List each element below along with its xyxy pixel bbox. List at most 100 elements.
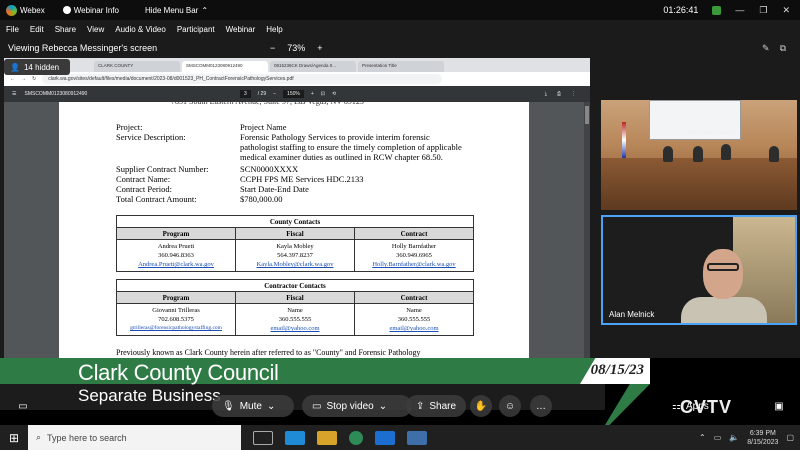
council-chamber-video[interactable]: Clark County Council: [601, 100, 797, 210]
dais: [601, 158, 797, 210]
connection-icon[interactable]: [712, 5, 722, 15]
volume-icon[interactable]: 🔈: [729, 433, 739, 442]
download-icon[interactable]: ⤓: [545, 91, 547, 97]
notifications-icon[interactable]: ▢: [786, 433, 794, 442]
taskbar-clock[interactable]: 6:39 PM 8/15/2023: [747, 429, 778, 447]
viewing-bar: Viewing Rebecca Messinger's screen − 73%…: [0, 38, 800, 58]
broadcast-date: 08/15/23: [590, 362, 644, 378]
stop-video-button[interactable]: ▭ Stop video ⌄: [302, 395, 412, 417]
file-explorer-icon[interactable]: [317, 430, 337, 445]
council-member: [769, 146, 779, 162]
pdf-scrollbar[interactable]: [584, 102, 590, 358]
camera-icon: ▭: [312, 400, 322, 412]
speaker-shirt: [681, 297, 767, 323]
annotate-icon[interactable]: ✎: [762, 43, 770, 54]
browser-tab-active[interactable]: SMSCOMM0123080912490: [182, 61, 268, 72]
contractor-program-col: Program Giovanni Trilleras 702.608.5375 gt…: [117, 292, 235, 335]
menu-audio-video[interactable]: Audio & Video: [115, 25, 166, 34]
email-link[interactable]: gtrilleras@forensicpathologystaffing.com: [117, 324, 235, 333]
popout-icon[interactable]: ⧉: [780, 43, 786, 54]
stop-video-label: Stop video: [326, 400, 374, 412]
close-icon[interactable]: ✕: [782, 5, 790, 16]
webinar-info-button[interactable]: Webinar Info: [62, 5, 119, 15]
contractor-contacts-table: Contractor Contacts Program Giovanni Tri…: [116, 279, 474, 336]
menu-help[interactable]: Help: [266, 25, 282, 34]
contractor-fiscal-col: Fiscal Name 360.555.555 email@yahoo.com: [235, 292, 354, 335]
browser-tab[interactable]: 0815236CK Draws/Agenda 0...: [270, 61, 356, 72]
print-icon[interactable]: ⎙: [557, 91, 561, 97]
participants-icon[interactable]: ▣: [768, 395, 790, 417]
menu-share[interactable]: Share: [55, 25, 76, 34]
reload-icon[interactable]: ↻: [32, 76, 36, 82]
network-icon[interactable]: ▭: [714, 433, 722, 442]
more-icon[interactable]: ⋮: [571, 91, 576, 97]
menu-file[interactable]: File: [6, 25, 19, 34]
video-panel: Clark County Council Alan Melnick: [598, 58, 800, 358]
share-label: Share: [429, 400, 457, 412]
chamber-sign: Clark County Council: [687, 130, 734, 136]
hidden-count: 14 hidden: [23, 62, 60, 72]
email-link[interactable]: Kayla.Mobley@clark.wa.gov: [236, 260, 354, 269]
menu-webinar[interactable]: Webinar: [226, 25, 256, 34]
person-icon: 👤: [10, 62, 20, 72]
windows-taskbar: ⊞ ⌕ Type here to search ⌃ ▭ 🔈 6:39 PM 8/…: [0, 425, 800, 450]
cvtv-logo: CVTV: [680, 397, 733, 417]
minimize-icon[interactable]: —: [735, 5, 744, 16]
search-placeholder: Type here to search: [47, 432, 127, 443]
more-options-icon[interactable]: …: [530, 395, 552, 417]
webinar-info-label: Webinar Info: [73, 5, 119, 15]
title-bar: Webex Webinar Info Hide Menu Bar ⌃ 01:26…: [0, 0, 800, 20]
edge-alt-icon[interactable]: [375, 430, 395, 445]
zoom-level: 73%: [287, 43, 306, 53]
captions-icon[interactable]: ▭: [12, 395, 34, 417]
scroll-thumb[interactable]: [585, 106, 589, 124]
hide-menu-label: Hide Menu Bar: [144, 5, 199, 15]
email-link[interactable]: Holly.Barnfather@clark.wa.gov: [355, 260, 473, 269]
council-member: [721, 144, 731, 160]
windows-start-icon[interactable]: ⊞: [0, 431, 28, 445]
browser-tab[interactable]: Presentation Title: [358, 61, 444, 72]
doc-footer-partial: Previously known as Clark County herein …: [116, 348, 421, 357]
chevron-down-icon: ⌄: [378, 400, 388, 412]
chevron-down-icon: ⌄: [266, 400, 276, 412]
menu-icon[interactable]: ☰: [12, 91, 16, 97]
browser-tab[interactable]: CLARK COUNTY: [94, 61, 180, 72]
raise-hand-icon[interactable]: ✋: [470, 395, 492, 417]
email-link[interactable]: Andrea.Pruett@clark.wa.gov: [117, 260, 235, 269]
email-link[interactable]: email@yahoo.com: [355, 324, 473, 333]
menu-participant[interactable]: Participant: [177, 25, 215, 34]
webex-app[interactable]: Webex: [6, 4, 45, 16]
zoom-controls: − 73% +: [270, 43, 323, 53]
zoom-in-button[interactable]: +: [317, 43, 322, 53]
speaker-head: [703, 249, 743, 299]
pdf-page: 7851 South Eastern Avenue, Suite 97, Las…: [59, 97, 529, 358]
taskbar-search[interactable]: ⌕ Type here to search: [28, 425, 241, 450]
chevron-up-icon[interactable]: ⌃: [699, 433, 706, 442]
system-tray: ⌃ ▭ 🔈 6:39 PM 8/15/2023 ▢: [699, 429, 794, 447]
app-name: Webex: [20, 5, 45, 15]
chrome-icon[interactable]: [349, 430, 363, 445]
shared-screen: CLARK COUNTY SMSCOMM0123080912490 081523…: [4, 58, 590, 358]
pdf-title: SMSCOMM0123080912490: [24, 91, 88, 97]
menu-bar: File Edit Share View Audio & Video Parti…: [0, 20, 800, 38]
task-view-icon[interactable]: [253, 430, 273, 445]
edge-icon[interactable]: [285, 430, 305, 445]
url-field[interactable]: clark.wa.gov/sites/default/files/media/d…: [42, 74, 443, 84]
mute-button[interactable]: 🎙 Mute ⌄: [212, 395, 294, 417]
hidden-participants-badge[interactable]: 👤 14 hidden: [4, 59, 70, 75]
browser-tab-strip: CLARK COUNTY SMSCOMM0123080912490 081523…: [4, 58, 590, 72]
taskbar-time: 6:39 PM: [749, 429, 776, 437]
back-icon[interactable]: ←: [10, 76, 15, 82]
menu-view[interactable]: View: [87, 25, 104, 34]
restore-icon[interactable]: ❐: [759, 5, 767, 16]
reactions-icon[interactable]: ☺: [499, 395, 521, 417]
email-link[interactable]: email@yahoo.com: [236, 324, 354, 333]
webex-taskbar-icon[interactable]: [407, 430, 427, 445]
taskbar-date: 8/15/2023: [747, 438, 779, 446]
hide-menu-bar-button[interactable]: Hide Menu Bar ⌃: [145, 6, 208, 15]
share-button[interactable]: ⇪ Share: [406, 395, 466, 417]
zoom-out-button[interactable]: −: [270, 43, 275, 53]
speaker-video[interactable]: Alan Melnick: [601, 215, 797, 325]
forward-icon[interactable]: →: [21, 76, 26, 82]
menu-edit[interactable]: Edit: [30, 25, 44, 34]
